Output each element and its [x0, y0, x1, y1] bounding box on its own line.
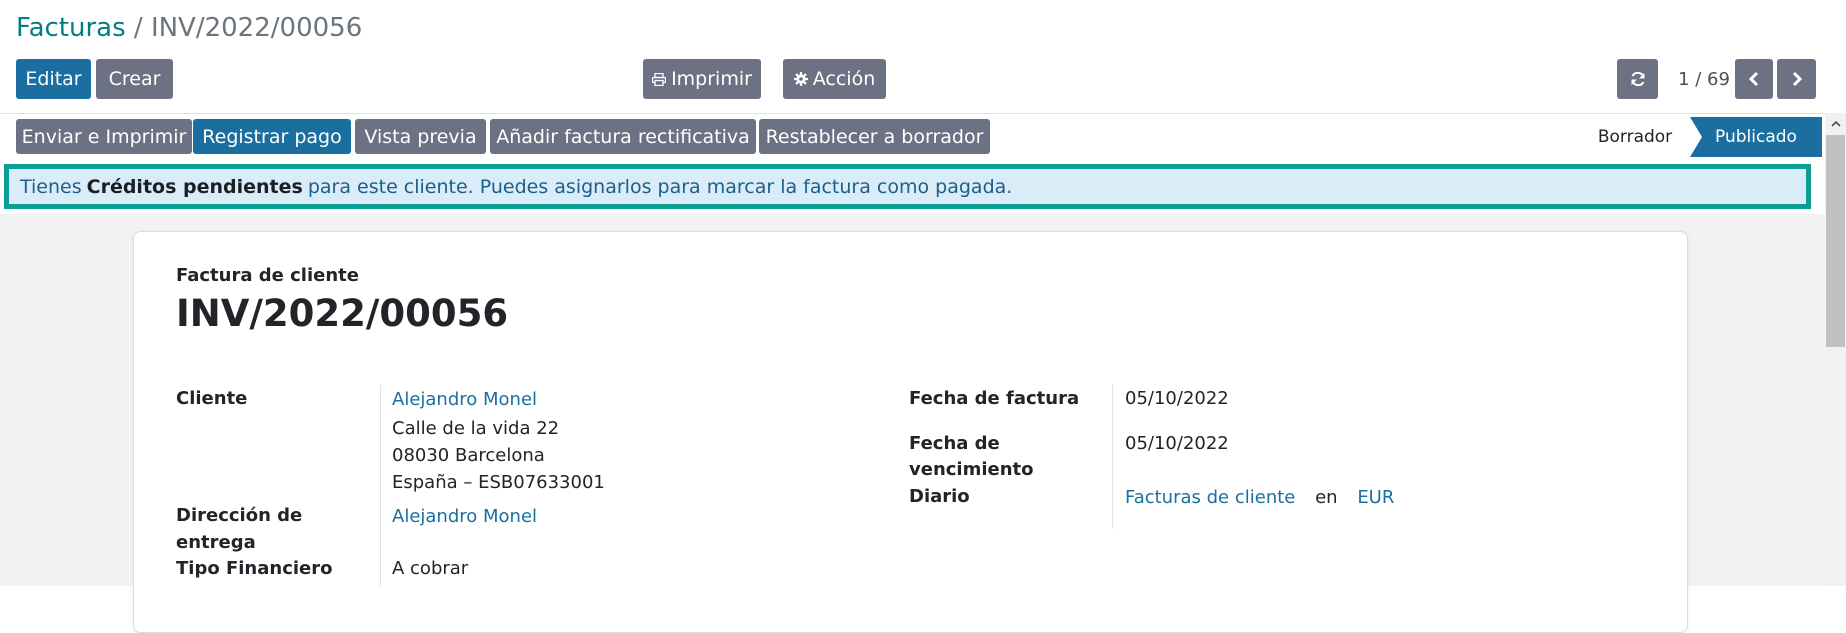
send-print-button[interactable]: Enviar e Imprimir [16, 119, 192, 154]
right-column-separator [1112, 385, 1113, 529]
alert-suffix: para este cliente. Puedes asignarlos par… [307, 175, 1013, 198]
invoice-date-label: Fecha de factura [909, 388, 1080, 409]
toolbar-divider [0, 113, 1825, 114]
breadcrumb-root-link[interactable]: Facturas [16, 13, 126, 43]
next-button[interactable] [1777, 59, 1816, 99]
status-posted[interactable]: Publicado [1690, 117, 1822, 157]
breadcrumb-current: INV/2022/00056 [150, 13, 363, 43]
action-button[interactable]: Acción [783, 59, 886, 99]
action-label: Acción [812, 68, 876, 90]
customer-address-line: Calle de la vida 22 [392, 418, 560, 439]
add-credit-note-button[interactable]: Añadir factura rectificativa [490, 119, 756, 154]
refresh-icon [1631, 71, 1644, 87]
alert-prefix: Tienes [20, 175, 82, 198]
due-date-label-2: vencimiento [909, 459, 1034, 480]
print-label: Imprimir [671, 68, 752, 90]
delivery-address-link[interactable]: Alejandro Monel [392, 503, 537, 530]
prev-button[interactable] [1735, 59, 1773, 99]
financial-type-value[interactable]: A cobrar [392, 555, 468, 582]
customer-link[interactable]: Alejandro Monel [392, 386, 537, 413]
invoice-date-value[interactable]: 05/10/2022 [1125, 385, 1229, 412]
delivery-address-label-2: entrega [176, 532, 256, 553]
reload-button[interactable] [1617, 59, 1658, 99]
customer-label: Cliente [176, 388, 248, 409]
scroll-up-arrow-icon[interactable] [1825, 113, 1846, 133]
print-button[interactable]: Imprimir [643, 59, 761, 99]
journal-field: Facturas de cliente en EUR [1125, 484, 1394, 511]
document-name: INV/2022/00056 [176, 292, 509, 335]
left-column-separator [380, 385, 381, 586]
pager-value[interactable]: 1 / 69 [1672, 68, 1736, 92]
journal-label: Diario [909, 486, 970, 507]
create-button[interactable]: Crear [96, 59, 173, 99]
due-date-label: Fecha de [909, 433, 1000, 454]
print-icon [652, 72, 667, 86]
breadcrumb-separator: / [133, 13, 143, 43]
status-draft[interactable]: Borrador [1580, 117, 1690, 157]
outstanding-credits-alert: Tienes Créditos pendientes para este cli… [4, 164, 1811, 209]
currency-link[interactable]: EUR [1357, 487, 1394, 508]
alert-bold-link[interactable]: Créditos pendientes [87, 176, 303, 198]
edit-button[interactable]: Editar [16, 59, 91, 99]
customer-address-line: España – ESB07633001 [392, 472, 605, 493]
chevron-left-icon [1748, 71, 1759, 87]
document-type: Factura de cliente [176, 265, 359, 286]
scrollbar-thumb[interactable] [1826, 135, 1845, 347]
reset-to-draft-button[interactable]: Restablecer a borrador [759, 119, 990, 154]
financial-type-label: Tipo Financiero [176, 558, 333, 579]
chevron-right-icon [1792, 71, 1802, 87]
breadcrumb: Facturas / INV/2022/00056 [16, 12, 362, 44]
journal-in-text: en [1315, 487, 1338, 508]
gear-icon [793, 72, 808, 86]
journal-link[interactable]: Facturas de cliente [1125, 487, 1295, 508]
delivery-address-label: Dirección de [176, 505, 303, 526]
preview-button[interactable]: Vista previa [355, 119, 486, 154]
due-date-value[interactable]: 05/10/2022 [1125, 430, 1229, 457]
customer-address-line: 08030 Barcelona [392, 445, 545, 466]
register-payment-button[interactable]: Registrar pago [193, 119, 351, 154]
